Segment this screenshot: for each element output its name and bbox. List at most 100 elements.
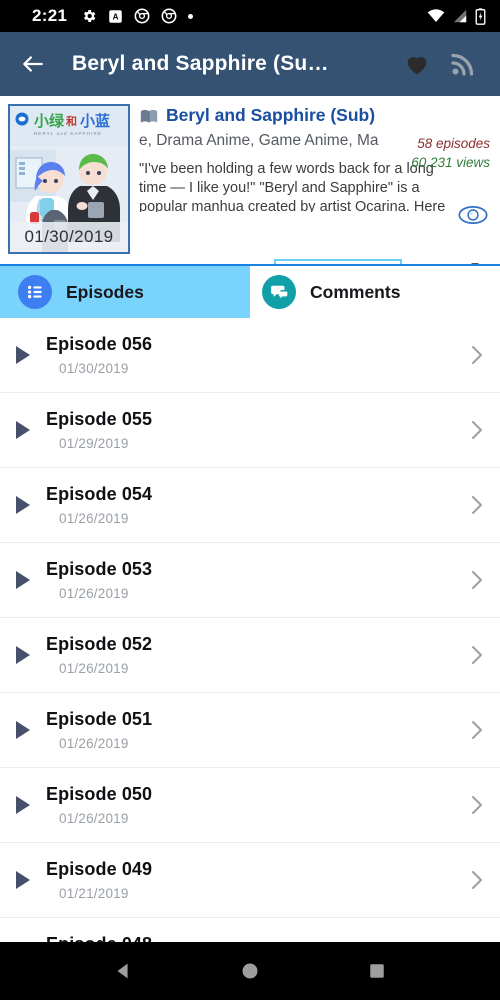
series-info-row: 小绿 和 小蓝 BERYL and SAPPHIRE 01/30/2019 Be… (8, 104, 492, 254)
chevron-right-icon (469, 719, 485, 741)
svg-text:和: 和 (66, 114, 77, 128)
play-triangle-icon (14, 420, 32, 440)
chevron-right-icon (469, 344, 485, 366)
system-navigation-bar (0, 942, 500, 1000)
open-episode-button[interactable] (454, 719, 500, 741)
series-genres: e, Drama Anime, Game Anime, Ma (139, 132, 379, 149)
page-title: Beryl and Sapphire (Su… (72, 52, 329, 75)
table-row[interactable]: Episode 051 01/26/2019 (0, 693, 500, 768)
open-episode-button[interactable] (454, 869, 500, 891)
nav-back-button[interactable] (100, 948, 146, 994)
table-row[interactable]: Episode 050 01/26/2019 (0, 768, 500, 843)
app-bar: Beryl and Sapphire (Su… (0, 32, 500, 96)
status-bar-notification-icons: A (81, 8, 194, 24)
episode-title: Episode 055 (46, 409, 153, 429)
back-button[interactable] (16, 47, 50, 81)
related-button[interactable]: Related (274, 258, 402, 264)
nav-home-button[interactable] (227, 948, 273, 994)
nav-home-circle-icon (240, 961, 260, 981)
rss-button[interactable] (442, 43, 484, 85)
gear-icon (81, 8, 97, 24)
table-row[interactable]: Episode 053 01/26/2019 (0, 543, 500, 618)
episode-list: Episode 056 01/30/2019 Episode 055 01/29/20… (0, 318, 500, 993)
episode-texts: Episode 054 01/26/2019 (46, 484, 454, 526)
chrome-icon (161, 8, 177, 24)
play-triangle-icon (14, 645, 32, 665)
episode-title: Episode 056 (46, 334, 153, 354)
tab-comments-label: Comments (310, 281, 401, 302)
rss-icon (448, 49, 478, 79)
episode-title: Episode 053 (46, 559, 153, 579)
episode-date: 01/30/2019 (59, 361, 129, 376)
cell-signal-icon (452, 9, 468, 23)
episode-title: Episode 052 (46, 634, 153, 654)
app-screen: 2:21 A Beryl and Sapphire (Su… 小绿 和 小蓝 B… (0, 0, 500, 1000)
open-episode-button[interactable] (454, 419, 500, 441)
open-episode-button[interactable] (454, 569, 500, 591)
play-button[interactable] (0, 645, 46, 665)
episode-date: 01/26/2019 (59, 736, 129, 751)
status-bar-system-icons (427, 7, 490, 25)
episode-texts: Episode 050 01/26/2019 (46, 784, 454, 826)
episode-title: Episode 050 (46, 784, 153, 804)
wifi-icon (427, 9, 445, 23)
table-row[interactable]: Episode 052 01/26/2019 (0, 618, 500, 693)
dot-icon (188, 13, 194, 19)
favorite-button[interactable] (396, 43, 438, 85)
eye-icon[interactable] (458, 204, 488, 226)
table-row[interactable]: Episode 054 01/26/2019 (0, 468, 500, 543)
episode-date: 01/26/2019 (59, 511, 129, 526)
table-row[interactable]: Episode 056 01/30/2019 (0, 318, 500, 393)
chevron-right-icon (469, 644, 485, 666)
episode-texts: Episode 056 01/30/2019 (46, 334, 454, 376)
open-episode-button[interactable] (454, 644, 500, 666)
svg-text:小绿: 小绿 (34, 112, 65, 130)
episode-title: Episode 054 (46, 484, 153, 504)
tab-episodes[interactable]: Episodes (0, 266, 250, 318)
chevron-right-icon (469, 419, 485, 441)
play-triangle-icon (14, 345, 32, 365)
table-row[interactable]: Episode 049 01/21/2019 (0, 843, 500, 918)
play-triangle-icon (14, 495, 32, 515)
episode-date: 01/26/2019 (59, 811, 129, 826)
status-bar-clock: 2:21 (32, 6, 68, 25)
play-button[interactable] (0, 345, 46, 365)
nav-recents-square-icon (368, 962, 386, 980)
battery-charging-icon (475, 7, 486, 25)
play-button[interactable] (0, 420, 46, 440)
episode-title: Episode 049 (46, 859, 153, 879)
tab-episodes-label: Episodes (66, 281, 144, 302)
table-row[interactable]: Episode 055 01/29/2019 (0, 393, 500, 468)
play-triangle-icon (14, 720, 32, 740)
play-triangle-icon (14, 870, 32, 890)
play-triangle-icon (14, 570, 32, 590)
tab-bar: Episodes Comments (0, 266, 500, 318)
chevron-right-icon (469, 794, 485, 816)
open-episode-button[interactable] (454, 794, 500, 816)
play-button[interactable] (0, 720, 46, 740)
nav-recents-button[interactable] (354, 948, 400, 994)
play-button[interactable] (0, 870, 46, 890)
open-episode-button[interactable] (454, 344, 500, 366)
tab-comments[interactable]: Comments (250, 266, 500, 318)
series-info-card: 小绿 和 小蓝 BERYL and SAPPHIRE 01/30/2019 Be… (0, 96, 500, 264)
series-details: Beryl and Sapphire (Sub) e, Drama Anime,… (130, 104, 492, 254)
series-thumbnail[interactable]: 小绿 和 小蓝 BERYL and SAPPHIRE 01/30/2019 (8, 104, 130, 254)
episode-texts: Episode 052 01/26/2019 (46, 634, 454, 676)
play-button[interactable] (0, 570, 46, 590)
episode-texts: Episode 051 01/26/2019 (46, 709, 454, 751)
svg-text:A: A (113, 12, 119, 21)
book-icon (139, 107, 159, 125)
delete-button[interactable] (138, 263, 168, 264)
episode-count-label: 58 episodes (417, 136, 490, 151)
download-button[interactable] (458, 261, 492, 264)
open-episode-button[interactable] (454, 494, 500, 516)
nav-back-triangle-icon (112, 960, 134, 982)
play-button[interactable] (0, 795, 46, 815)
episode-date: 01/26/2019 (59, 661, 129, 676)
series-action-row: 0 bytes Related (8, 256, 492, 264)
episode-texts: Episode 053 01/26/2019 (46, 559, 454, 601)
view-count-label: 60,231 views (411, 155, 490, 170)
play-button[interactable] (0, 495, 46, 515)
episode-date: 01/26/2019 (59, 586, 129, 601)
